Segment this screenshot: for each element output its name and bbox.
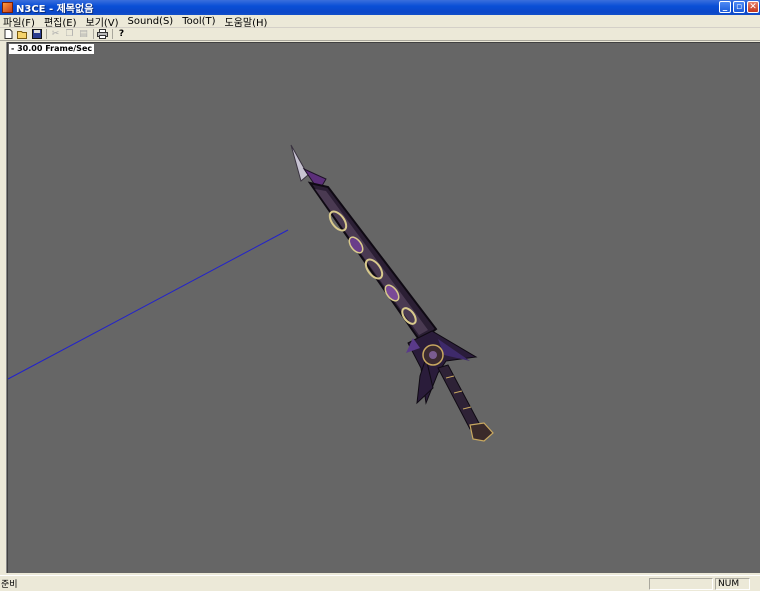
toolbar-separator — [46, 29, 47, 39]
fps-counter: - 30.00 Frame/Sec — [9, 44, 95, 54]
help-icon[interactable]: ? — [116, 29, 127, 40]
print-icon[interactable] — [97, 29, 108, 40]
menu-help[interactable]: 도움말(H) — [225, 14, 268, 29]
menu-file[interactable]: 파일(F) — [3, 14, 35, 29]
toolbar: ✂ ❐ ▤ ? — [0, 28, 760, 41]
toolbar-separator — [93, 29, 94, 39]
status-panel-empty — [649, 578, 713, 590]
app-window: N3CE - 제목없음 _ ▫ ✕ 파일(F) 편집(E) 보기(V) Soun… — [0, 0, 760, 591]
close-button[interactable]: ✕ — [747, 1, 759, 13]
new-file-icon[interactable] — [3, 29, 14, 40]
save-icon[interactable] — [31, 29, 42, 40]
minimize-button[interactable]: _ — [719, 1, 731, 13]
maximize-button[interactable]: ▫ — [733, 1, 745, 13]
axis-line — [8, 229, 289, 380]
paste-icon[interactable]: ▤ — [78, 29, 89, 40]
menu-edit[interactable]: 편집(E) — [44, 14, 77, 29]
num-lock-indicator: NUM — [715, 578, 750, 590]
menu-sound[interactable]: Sound(S) — [128, 16, 174, 27]
left-splitter-pane[interactable] — [0, 42, 7, 573]
copy-icon[interactable]: ❐ — [64, 29, 75, 40]
menu-tool[interactable]: Tool(T) — [182, 16, 215, 27]
status-bar: 준비 NUM — [0, 575, 760, 591]
app-icon[interactable] — [2, 2, 13, 13]
window-controls: _ ▫ ✕ — [719, 1, 759, 13]
3d-viewport[interactable]: - 30.00 Frame/Sec — [7, 42, 760, 573]
open-folder-icon[interactable] — [17, 29, 28, 40]
menu-view[interactable]: 보기(V) — [86, 14, 119, 29]
scene-render — [8, 144, 494, 442]
status-text: 준비 — [1, 580, 18, 590]
cut-icon[interactable]: ✂ — [50, 29, 61, 40]
toolbar-separator — [112, 29, 113, 39]
sword-model — [290, 144, 494, 442]
menu-bar: 파일(F) 편집(E) 보기(V) Sound(S) Tool(T) 도움말(H… — [0, 14, 760, 29]
